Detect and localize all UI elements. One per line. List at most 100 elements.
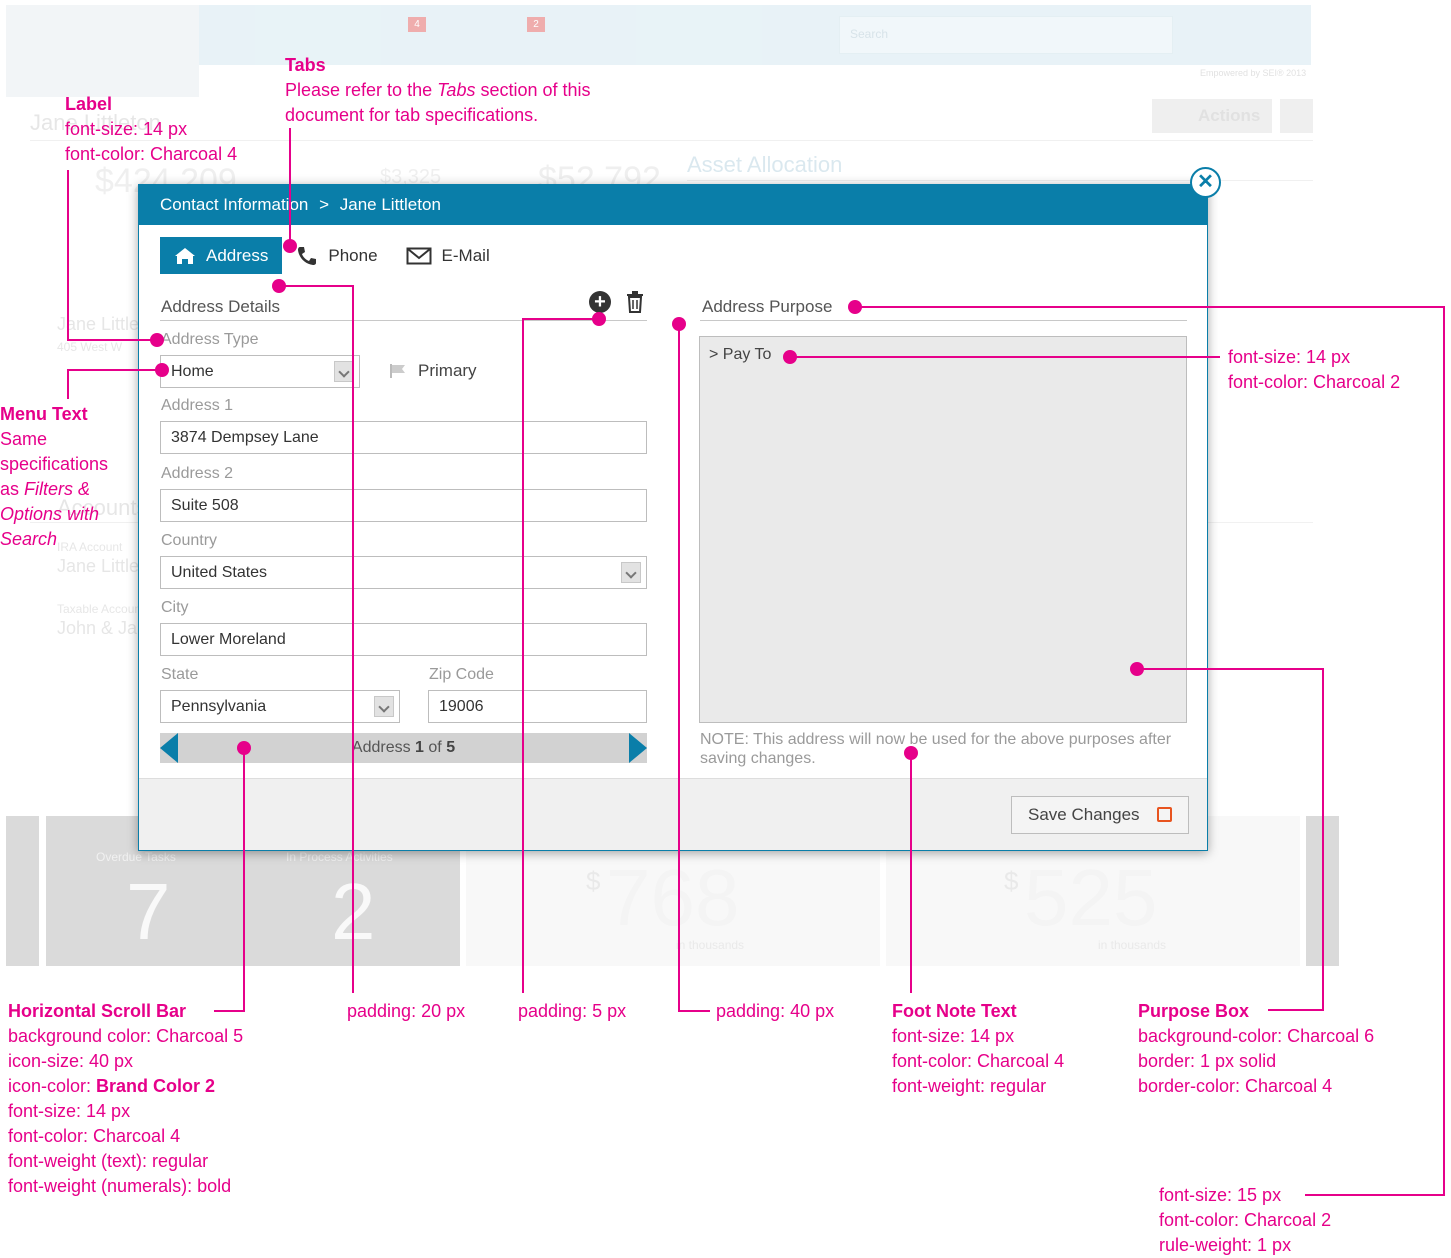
ann-scroll-l7: font-weight (numerals): bold	[8, 1176, 232, 1196]
bg-tile-nav-left	[6, 816, 39, 966]
ann-menu-title: Menu Text	[0, 404, 88, 424]
ann-line-payto	[790, 356, 1220, 358]
bg-overdue-value: 7	[126, 867, 171, 956]
ann-dot-footnote	[904, 746, 918, 760]
ann-scroll-l3b: Brand Color 2	[96, 1076, 216, 1096]
ann-scroll-l4: font-size: 14 px	[8, 1101, 131, 1121]
ann-scroll-title: Horizontal Scroll Bar	[8, 1001, 187, 1021]
annotation-pay-to: font-size: 14 px font-color: Charcoal 2	[1228, 345, 1400, 395]
tab-address[interactable]: Address	[160, 237, 283, 274]
ann-menu-l1: Same	[0, 429, 48, 449]
bg-badge-2: 2	[527, 17, 545, 32]
bg-amount-2: 525	[1024, 853, 1158, 942]
title-separator: >	[319, 195, 330, 214]
ann-dot-menu	[155, 363, 169, 377]
bg-search-input: Search	[839, 16, 1173, 54]
bg-logo-area	[6, 5, 199, 97]
country-label: Country	[161, 532, 218, 549]
ann-line-pad5-v	[522, 318, 524, 993]
primary-label: Primary	[418, 361, 477, 380]
ann-line-pad40-h	[678, 1010, 710, 1012]
ann-label-l2: font-color: Charcoal 4	[65, 144, 238, 164]
ann-tabs-italic: Tabs	[437, 80, 476, 100]
country-select[interactable]: United States	[160, 556, 647, 589]
ann-heading-l1: font-size: 15 px	[1159, 1185, 1282, 1205]
address-details-rule	[160, 320, 647, 321]
bg-share-icon	[1280, 99, 1313, 133]
ann-menu-l2: specifications	[0, 454, 109, 474]
ann-dot-pad20	[272, 279, 286, 293]
chevron-down-icon	[334, 361, 354, 382]
ann-line-purpose-v	[1322, 668, 1324, 1011]
address-type-select[interactable]: Home	[160, 355, 360, 388]
chevron-down-icon	[621, 562, 641, 583]
bg-inprocess-label: In Process Activities	[286, 850, 393, 864]
pager-prefix: Address	[351, 739, 411, 756]
ann-foot-title: Foot Note Text	[892, 1001, 1017, 1021]
ann-purpose-l1: background-color: Charcoal 6	[1138, 1026, 1375, 1046]
envelope-icon	[406, 247, 432, 264]
ann-line-pad20-h	[279, 285, 354, 287]
ann-dot-label	[150, 333, 164, 347]
purpose-box[interactable]: > Pay To	[699, 336, 1187, 723]
modal-footer: Save Changes	[139, 778, 1207, 850]
purpose-item[interactable]: > Pay To	[709, 346, 771, 364]
ann-menu-l3b: Filters &	[24, 479, 91, 499]
close-icon[interactable]: ✕	[1190, 167, 1221, 198]
ann-scroll-l6: font-weight (text): regular	[8, 1151, 209, 1171]
bg-thousands-1: in thousands	[676, 938, 745, 952]
ann-foot-l3: font-weight: regular	[892, 1076, 1047, 1096]
annotation-pad40: padding: 40 px	[716, 1001, 835, 1021]
flag-icon[interactable]	[389, 363, 407, 379]
bg-amount-1: 768	[606, 853, 740, 942]
ann-line-pad5-h	[523, 318, 600, 320]
ann-scroll-l1: background color: Charcoal 5	[8, 1026, 244, 1046]
ann-dot-purpose-box	[1130, 662, 1144, 676]
ann-label-l1: font-size: 14 px	[65, 119, 188, 139]
ann-heading-l3: rule-weight: 1 px	[1159, 1235, 1292, 1255]
ann-scroll-l3a: icon-color:	[8, 1076, 97, 1096]
bg-powered-by: Empowered by SEI® 2013	[1200, 68, 1307, 78]
save-changes-label: Save Changes	[1028, 805, 1140, 824]
address-purpose-rule	[700, 320, 1187, 321]
annotation-heading-spec: font-size: 15 px font-color: Charcoal 2 …	[1159, 1183, 1331, 1258]
chevron-down-icon	[374, 696, 394, 717]
bg-asset-allocation: Asset Allocation	[687, 152, 843, 177]
tab-phone[interactable]: Phone	[282, 237, 391, 274]
ann-foot-l2: font-color: Charcoal 4	[892, 1051, 1065, 1071]
ann-dot-purpose-heading	[848, 300, 862, 314]
ann-scroll-l5: font-color: Charcoal 4	[8, 1126, 181, 1146]
tab-bar: Address Phone E-Mail	[160, 237, 504, 274]
zip-input[interactable]: 19006	[428, 690, 647, 723]
pager-of: of	[428, 739, 442, 756]
address-type-value: Home	[171, 363, 214, 380]
bg-actions-button: Actions	[1152, 99, 1272, 133]
bg-account-2-type: Taxable Account	[57, 602, 145, 616]
ann-line-pad20-v	[352, 285, 354, 993]
tab-email[interactable]: E-Mail	[392, 237, 504, 274]
modal-header: Contact Information > Jane Littleton	[139, 185, 1207, 225]
modal-title: Contact Information	[160, 195, 309, 214]
pager-total: 5	[446, 739, 456, 756]
ann-purpose-title: Purpose Box	[1138, 1001, 1250, 1021]
ann-heading-l2: font-color: Charcoal 2	[1159, 1210, 1332, 1230]
ann-dot-tabs	[283, 239, 297, 253]
address1-input[interactable]: 3874 Dempsey Lane	[160, 421, 647, 454]
address2-input[interactable]: Suite 508	[160, 489, 647, 522]
address-scrollbar[interactable]: Address 1 of 5	[160, 733, 647, 763]
city-input[interactable]: Lower Moreland	[160, 623, 647, 656]
zip-label: Zip Code	[429, 666, 494, 683]
address2-label: Address 2	[161, 465, 234, 482]
ann-payto-l1: font-size: 14 px	[1228, 347, 1351, 367]
add-address-icon[interactable]: +	[589, 291, 611, 313]
ann-line-menu	[67, 369, 69, 399]
save-changes-button[interactable]: Save Changes	[1011, 796, 1189, 834]
ann-purpose-l2: border: 1 px solid	[1138, 1051, 1277, 1071]
delete-icon[interactable]	[626, 291, 644, 313]
bg-currency-2: $	[1004, 866, 1019, 896]
ann-line-label	[67, 170, 69, 340]
footnote-text: NOTE: This address will now be used for …	[700, 731, 1172, 767]
ann-line-menu-h	[67, 369, 162, 371]
arrow-right-icon[interactable]	[629, 733, 647, 763]
state-select[interactable]: Pennsylvania	[160, 690, 400, 723]
